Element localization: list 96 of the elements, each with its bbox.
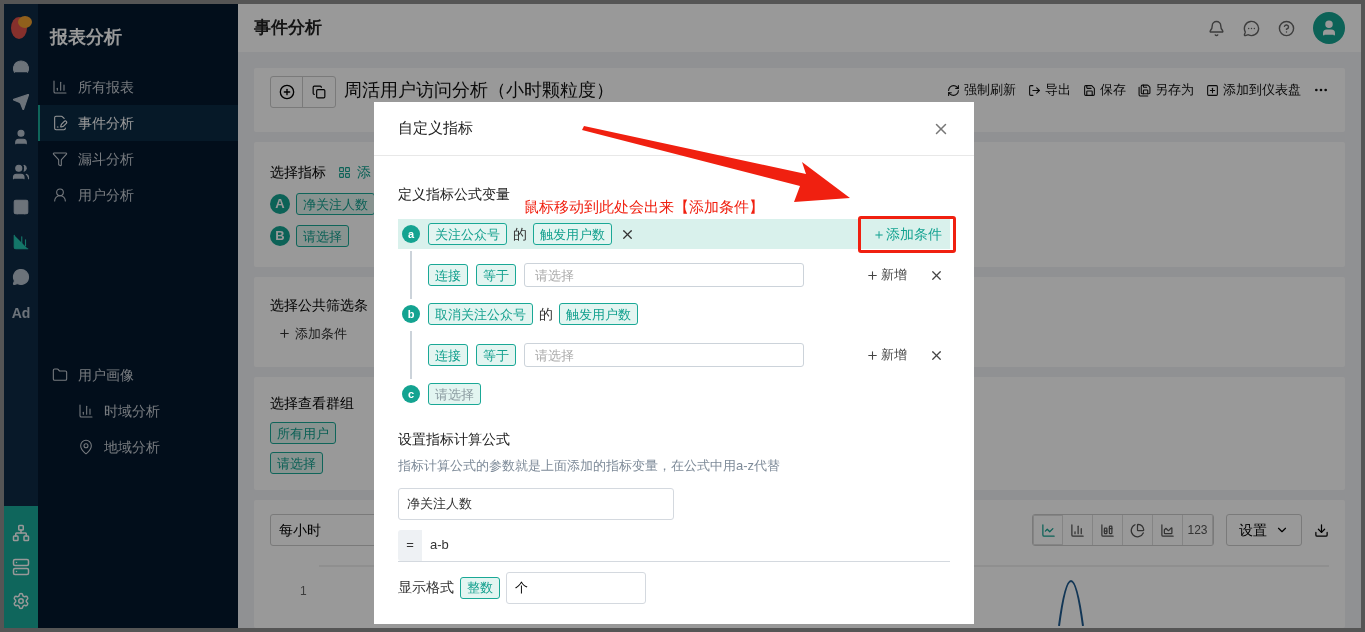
sidebar-item[interactable]: 地域分析 bbox=[38, 429, 238, 465]
sidebar-item[interactable]: 用户分析 bbox=[38, 177, 238, 213]
connector-word: 的 bbox=[538, 304, 554, 324]
condition-field[interactable]: 请选择 bbox=[524, 343, 804, 367]
grid-icon[interactable] bbox=[338, 166, 351, 179]
export-icon[interactable] bbox=[1028, 83, 1041, 97]
report-title: 周活用户访问分析（小时颗粒度） bbox=[344, 79, 614, 101]
avatar[interactable] bbox=[1313, 12, 1345, 44]
toolbar-action[interactable]: 保存 bbox=[1100, 82, 1126, 98]
add-condition-link[interactable]: 添加条件 bbox=[295, 324, 347, 344]
settings-dropdown[interactable]: 设置 bbox=[1226, 514, 1302, 546]
letter-badge: B bbox=[270, 226, 290, 246]
event-tag[interactable]: 取消关注公众号 bbox=[428, 303, 533, 325]
group-tag[interactable]: 请选择 bbox=[270, 452, 323, 474]
event-select[interactable]: 请选择 bbox=[428, 383, 481, 405]
nav-icon bbox=[78, 439, 94, 455]
operator-tag[interactable]: 等于 bbox=[476, 264, 516, 286]
pie-chart-icon bbox=[1130, 522, 1145, 538]
user-icon[interactable] bbox=[12, 128, 30, 146]
letter-badge: c bbox=[402, 385, 420, 403]
new-condition-button[interactable]: 新增 bbox=[881, 265, 907, 285]
add-icon[interactable] bbox=[278, 84, 295, 100]
rail-item[interactable]: Ad bbox=[11, 303, 31, 324]
nav-icon bbox=[52, 367, 68, 383]
hint-text: 指标计算公式的参数就是上面添加的指标变量，在公式中用a-z代替 bbox=[398, 457, 782, 475]
help-icon[interactable] bbox=[1278, 19, 1295, 37]
dashboard-icon[interactable] bbox=[1206, 83, 1219, 97]
download-icon[interactable] bbox=[1314, 522, 1329, 538]
event-tag[interactable]: 关注公众号 bbox=[428, 223, 507, 245]
toolbar-action[interactable]: 强制刷新 bbox=[964, 82, 1016, 98]
measure-tag[interactable]: 触发用户数 bbox=[533, 223, 612, 245]
network-icon[interactable] bbox=[12, 524, 30, 542]
copy-icon[interactable] bbox=[312, 85, 326, 99]
stacked-chart-icon bbox=[1100, 522, 1115, 538]
toolbar-action[interactable]: 另存为 bbox=[1155, 82, 1194, 98]
line-chart-icon bbox=[1040, 522, 1056, 538]
measure-tag[interactable]: 触发用户数 bbox=[559, 303, 638, 325]
toolbar-action[interactable]: 导出 bbox=[1045, 82, 1071, 98]
formula-field[interactable]: = a-b bbox=[398, 529, 950, 562]
sidebar-item[interactable]: 用户画像 bbox=[38, 357, 238, 393]
plus-icon[interactable] bbox=[278, 327, 291, 341]
field-label: 显示格式 bbox=[398, 578, 454, 597]
saveas-icon[interactable] bbox=[1138, 83, 1151, 97]
section-label: 选择指标 bbox=[270, 163, 326, 182]
unit-field[interactable]: 个 bbox=[506, 571, 646, 604]
nav-icon bbox=[52, 151, 68, 167]
format-tag[interactable]: 整数 bbox=[460, 576, 500, 599]
section-label: 设置指标计算公式 bbox=[398, 430, 511, 449]
nav-icon bbox=[52, 79, 68, 95]
chat-icon[interactable] bbox=[12, 268, 30, 286]
sidebar-item[interactable]: 事件分析 bbox=[38, 105, 238, 141]
bar-chart-icon bbox=[1070, 522, 1085, 538]
join-tag[interactable]: 连接 bbox=[428, 264, 468, 286]
letter-badge: a bbox=[402, 225, 420, 243]
annotation-text: 鼠标移动到此处会出来【添加条件】 bbox=[524, 197, 764, 217]
plus-icon[interactable] bbox=[866, 268, 879, 282]
toolbar-action[interactable]: 添加到仪表盘 bbox=[1223, 82, 1301, 98]
section-label: 定义指标公式变量 bbox=[398, 185, 511, 204]
refresh-icon[interactable] bbox=[947, 83, 960, 97]
sidebar-title: 报表分析 bbox=[48, 26, 123, 49]
axis-tick: 1 bbox=[300, 583, 307, 600]
dialog-title: 自定义指标 bbox=[398, 118, 473, 139]
bell-icon[interactable] bbox=[1208, 19, 1225, 37]
users-icon[interactable] bbox=[12, 163, 30, 181]
logo-icon bbox=[10, 14, 32, 40]
condition-field[interactable]: 请选择 bbox=[524, 263, 804, 287]
section-label: 选择公共筛选条 bbox=[270, 296, 368, 315]
nav-icon bbox=[52, 115, 68, 131]
letter-badge: b bbox=[402, 305, 420, 323]
operator-tag[interactable]: 等于 bbox=[476, 344, 516, 366]
metric-tag[interactable]: 请选择 bbox=[296, 225, 349, 247]
plus-icon[interactable] bbox=[866, 348, 879, 362]
server-icon[interactable] bbox=[12, 558, 30, 576]
connector-word: 的 bbox=[512, 224, 528, 244]
new-condition-button[interactable]: 新增 bbox=[881, 345, 907, 365]
area-chart-icon bbox=[1160, 522, 1175, 538]
sidebar-item[interactable]: 时域分析 bbox=[38, 393, 238, 429]
add-condition-button[interactable]: ＋添加条件 bbox=[868, 223, 946, 245]
letter-badge: A bbox=[270, 194, 290, 214]
send-icon[interactable] bbox=[12, 93, 30, 111]
nav-icon bbox=[78, 403, 94, 419]
chart-type-button[interactable]: 123 bbox=[1183, 515, 1213, 545]
sidebar-item[interactable]: 漏斗分析 bbox=[38, 141, 238, 177]
group-tag[interactable]: 所有用户 bbox=[270, 422, 336, 444]
join-tag[interactable]: 连接 bbox=[428, 344, 468, 366]
page-title: 事件分析 bbox=[254, 17, 322, 40]
settings-icon[interactable] bbox=[12, 592, 30, 610]
metric-tag[interactable]: 净关注人数 bbox=[296, 193, 375, 215]
chat-icon[interactable] bbox=[1243, 19, 1260, 37]
sidebar-item[interactable]: 所有报表 bbox=[38, 69, 238, 105]
save-icon[interactable] bbox=[1083, 83, 1096, 97]
nav-icon bbox=[52, 187, 68, 203]
add-metric-link[interactable]: 添 bbox=[357, 162, 371, 183]
formula-prefix: = bbox=[398, 529, 422, 561]
section-label: 选择查看群组 bbox=[270, 394, 354, 413]
metric-name-field[interactable]: 净关注人数 bbox=[398, 487, 674, 520]
